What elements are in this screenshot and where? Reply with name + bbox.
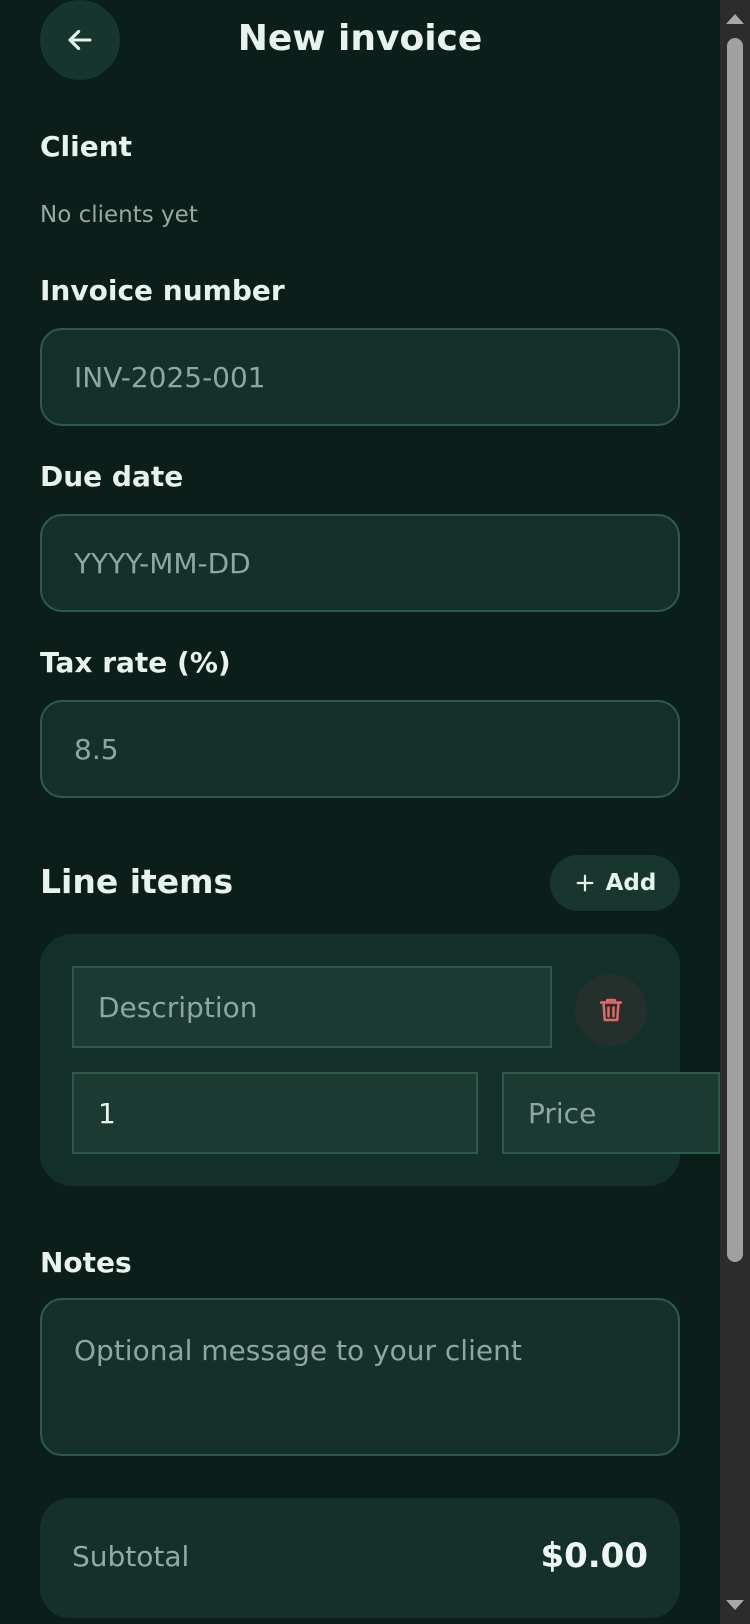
client-label: Client [40, 130, 133, 163]
tax-rate-label: Tax rate (%) [40, 646, 231, 679]
scroll-up-arrow-icon[interactable] [726, 14, 744, 24]
subtotal-card: Subtotal $0.00 [40, 1498, 680, 1618]
due-date-placeholder: YYYY-MM-DD [74, 546, 251, 580]
add-button-label: Add [605, 870, 657, 896]
item-description-placeholder: Description [98, 990, 258, 1024]
delete-line-item-button[interactable] [575, 974, 647, 1046]
tax-rate-placeholder: 8.5 [74, 732, 119, 766]
tax-rate-input[interactable]: 8.5 [40, 700, 680, 798]
scroll-down-arrow-icon[interactable] [726, 1600, 744, 1610]
item-price-placeholder: Price [528, 1096, 597, 1130]
client-empty-text: No clients yet [40, 202, 198, 228]
subtotal-value: $0.00 [540, 1536, 648, 1576]
content-area: New invoice Client No clients yet Invoic… [0, 0, 720, 1624]
notes-placeholder: Optional message to your client [74, 1334, 522, 1367]
due-date-label: Due date [40, 460, 184, 493]
due-date-input[interactable]: YYYY-MM-DD [40, 514, 680, 612]
line-item-card: Description 1 Price [40, 934, 720, 1186]
page-title: New invoice [237, 18, 483, 59]
invoice-number-label: Invoice number [40, 274, 285, 307]
notes-textarea[interactable]: Optional message to your client [40, 1298, 680, 1456]
plus-icon [576, 874, 594, 892]
item-quantity-input[interactable]: 1 [72, 1072, 478, 1154]
item-quantity-value: 1 [98, 1096, 116, 1130]
vertical-scrollbar[interactable] [720, 0, 750, 1624]
scroll-thumb[interactable] [727, 38, 743, 1262]
invoice-number-placeholder: INV-2025-001 [74, 360, 266, 394]
notes-label: Notes [40, 1246, 132, 1279]
item-description-input[interactable]: Description [72, 966, 552, 1048]
line-items-title: Line items [40, 862, 234, 901]
trash-icon [599, 998, 623, 1022]
item-price-input[interactable]: Price [502, 1072, 720, 1154]
subtotal-label: Subtotal [72, 1540, 190, 1573]
add-line-item-button[interactable]: Add [550, 855, 680, 911]
new-invoice-screen: New invoice Client No clients yet Invoic… [0, 0, 750, 1624]
invoice-number-input[interactable]: INV-2025-001 [40, 328, 680, 426]
